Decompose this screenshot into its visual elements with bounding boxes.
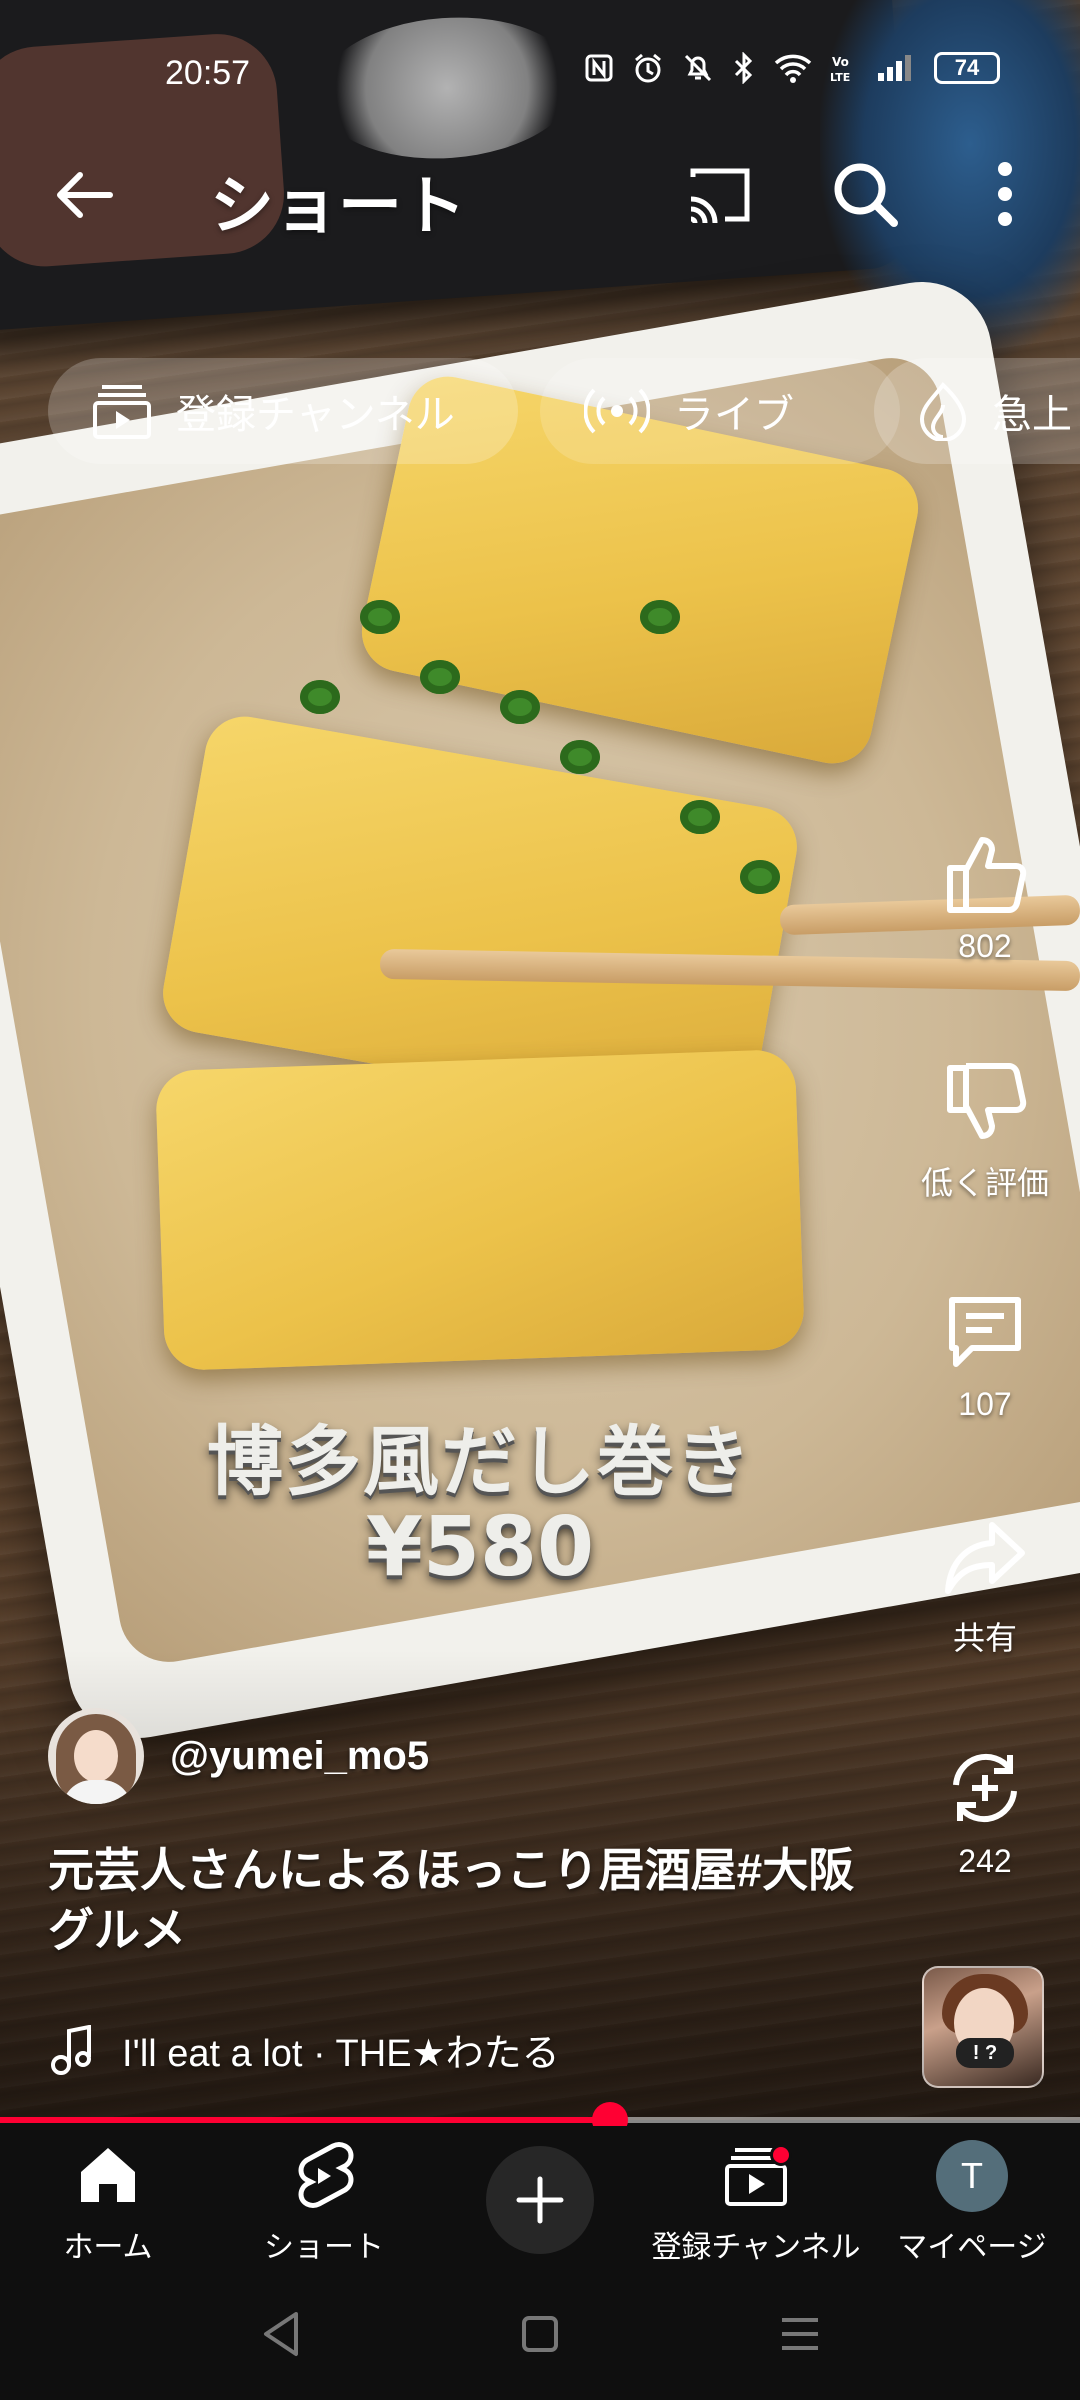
nav-home-label: ホーム [63,2231,153,2264]
like-count: 802 [958,928,1012,964]
comment-count: 107 [958,1386,1012,1422]
system-home-icon[interactable] [510,2304,570,2364]
dislike-label: 低く評価 [920,1165,1049,1201]
subscriptions-icon [93,385,151,439]
battery-indicator: 74 [934,52,1000,84]
search-icon[interactable] [830,159,900,229]
channel-info[interactable]: @yumei_mo5 [48,1708,429,1804]
system-navigation-bar [0,2266,1080,2400]
system-recents-icon[interactable] [770,2304,830,2364]
video-caption[interactable]: 元芸人さんによるほっこり居酒屋#大阪グルメ [48,1840,888,1960]
nav-my-page-label: マイページ [897,2231,1047,2264]
scallion-image [560,740,600,774]
chip-subscriptions[interactable]: 登録チャンネル [48,358,518,464]
video-overlay-price: ¥580 [365,1500,595,1595]
status-icons: Vo LTE 74 [584,52,1000,84]
share-button[interactable]: 共有 [900,1515,1070,1659]
video-progress-bar[interactable] [0,2102,1080,2138]
user-avatar: T [936,2140,1008,2212]
comment-icon [949,1297,1021,1367]
bottom-navigation: ホーム ショート 登録チャンネル T マイページ [0,2126,1080,2266]
remix-count: 242 [958,1843,1012,1879]
mute-icon [684,54,712,82]
notification-dot [770,2144,792,2166]
trending-icon [919,382,967,441]
feed-filter-chips: 登録チャンネル ライブ 急上 [48,358,1080,464]
scallion-image [680,800,720,834]
nav-subscriptions-label: 登録チャンネル [651,2231,861,2264]
status-time: 20:57 [165,54,251,92]
channel-avatar[interactable] [48,1708,144,1804]
video-overlay-title: 博多風だし巻き [207,1417,753,1506]
music-info[interactable]: I'll eat a lot · THE★わたる [50,2022,560,2077]
bluetooth-icon [734,52,753,84]
nav-shorts[interactable]: ショート [216,2140,432,2266]
shorts-icon [298,2142,354,2208]
nav-subscriptions[interactable]: 登録チャンネル [648,2140,864,2266]
music-note-icon [51,2024,91,2075]
chip-live[interactable]: ライブ [540,358,900,464]
scallion-image [500,690,540,724]
thumbs-up-icon [947,837,1027,913]
scallion-image [740,860,780,894]
live-icon [584,388,650,434]
svg-text:LTE: LTE [830,71,850,83]
progress-fill [0,2117,611,2123]
remix-icon [953,1753,1017,1823]
chip-label: ライブ [674,393,794,437]
nav-home[interactable]: ホーム [0,2140,216,2266]
avatar-face [74,1730,118,1782]
omelet-piece-image [154,1048,806,1372]
thumbs-down-icon [947,1063,1027,1139]
plus-icon [516,2176,564,2224]
like-button[interactable]: 802 [900,830,1070,965]
remix-button[interactable]: 242 [900,1745,1070,1880]
chip-trending[interactable]: 急上 [874,358,1080,464]
scallion-image [360,600,400,634]
svg-text:Vo: Vo [832,55,849,69]
scallion-image [300,680,340,714]
alarm-icon [635,53,661,83]
top-app-bar: ショート [0,145,1080,245]
signal-icon [878,55,911,81]
volte-icon: Vo LTE [830,55,850,83]
nav-shorts-label: ショート [264,2231,384,2264]
sound-thumbnail[interactable]: ! ? [922,1966,1044,2088]
scallion-image [640,600,680,634]
channel-handle[interactable]: @yumei_mo5 [170,1734,429,1779]
home-icon [81,2148,135,2202]
dislike-button[interactable]: 低く評価 [900,1060,1070,1204]
comments-button[interactable]: 107 [900,1288,1070,1423]
share-label: 共有 [952,1620,1017,1656]
status-bar: 20:57 Vo LTE 74 [0,48,1080,98]
page-title: ショート [210,170,466,242]
scallion-image [420,660,460,694]
nav-my-page[interactable]: T マイページ [864,2140,1080,2266]
back-arrow-icon[interactable] [50,165,120,225]
more-vert-icon[interactable] [990,159,1020,229]
nfc-icon [585,54,613,82]
music-title: I'll eat a lot · THE★わたる [122,2033,560,2075]
thumbnail-mark: ! ? [956,2038,1014,2068]
cast-icon[interactable] [685,163,755,227]
wifi-icon [774,54,812,83]
chip-label: 登録チャンネル [176,393,455,437]
chip-label: 急上 [992,393,1072,437]
create-button[interactable] [486,2146,594,2254]
system-back-icon[interactable] [252,2304,312,2364]
share-icon [945,1522,1025,1594]
